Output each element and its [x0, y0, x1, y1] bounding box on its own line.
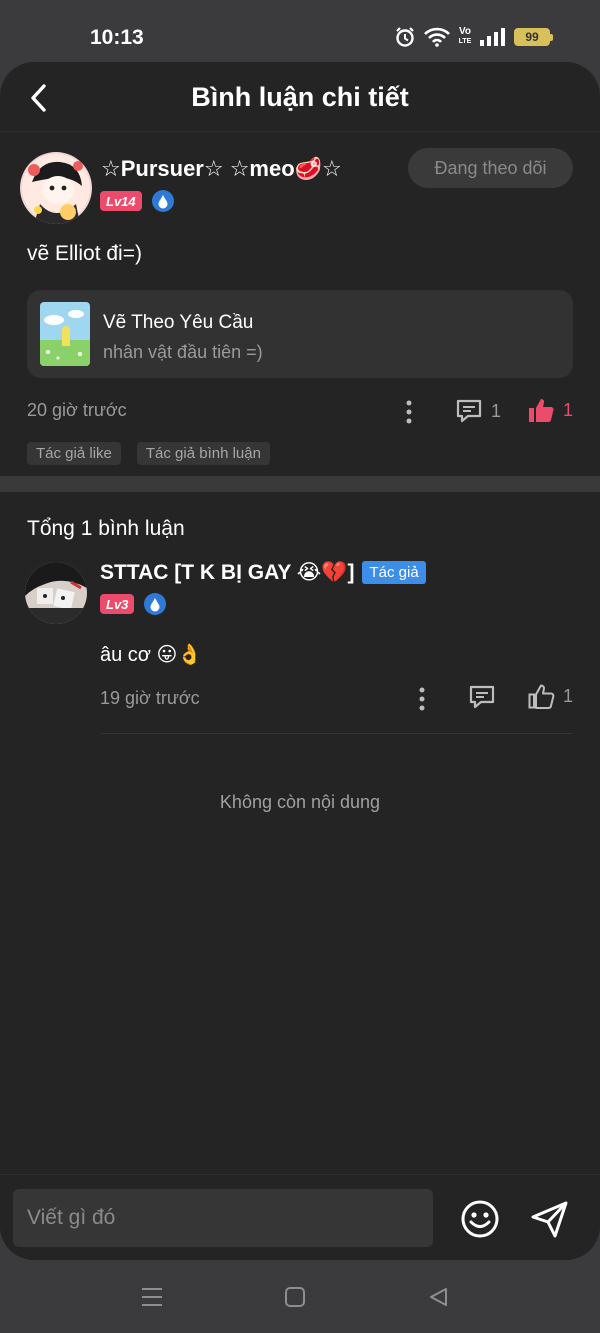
level-badge: Lv3 [100, 594, 135, 614]
post-comment-button[interactable]: 1 [455, 398, 501, 424]
comment-more-button[interactable] [410, 682, 434, 716]
post-like-button[interactable]: 1 [527, 396, 573, 424]
comment-time: 19 giờ trước [100, 688, 200, 708]
tag-author-like: Tác giả like [27, 442, 121, 465]
battery-level: 99 [525, 30, 539, 44]
status-bar: 10:13 Vo LTE 99 [0, 0, 600, 70]
linked-post-subtitle: nhân vật đầu tiên =) [103, 342, 263, 362]
reply-button[interactable] [468, 684, 496, 715]
nav-home-button[interactable] [282, 1284, 308, 1310]
volte-icon: Vo LTE [458, 27, 472, 47]
system-nav-bar [0, 1260, 600, 1333]
comment-author-avatar[interactable] [25, 562, 87, 624]
more-vertical-icon [406, 400, 412, 424]
comment-icon [469, 685, 495, 709]
comment-meta-row: 19 giờ trước 1 [100, 682, 573, 716]
post-meta-row: 20 giờ trước 1 1 [27, 396, 573, 428]
linked-post-card[interactable]: Vẽ Theo Yêu Cầu nhân vật đầu tiên =) [27, 290, 573, 378]
avatar-image [20, 152, 92, 224]
emoji-icon [461, 1200, 499, 1238]
water-drop-badge-icon [144, 593, 167, 615]
signal-icon [480, 28, 505, 46]
post-comment-count: 1 [491, 400, 502, 421]
volte-top-label: Vo [458, 26, 472, 37]
avatar-image [25, 562, 87, 624]
linked-post-title: Vẽ Theo Yêu Cầu [103, 312, 254, 333]
post-text: vẽ Elliot đi=) [27, 242, 142, 265]
post-author-avatar[interactable] [20, 152, 92, 224]
post-author-name[interactable]: ☆Pursuer☆ ☆meo🥩☆ [101, 156, 342, 182]
status-time: 10:13 [90, 26, 144, 49]
volte-bottom-label: LTE [458, 38, 472, 45]
comment-separator [100, 733, 573, 734]
comment-icon [456, 399, 482, 423]
thumbs-up-filled-icon [528, 399, 554, 422]
comment-author-badges: Lv3 [100, 593, 167, 615]
app-screen: Bình luận chi tiết ☆Pursuer☆ ☆meo🥩☆ Lv14 [0, 62, 600, 1260]
author-badge: Tác giả [362, 561, 426, 584]
post-tags: Tác giả like Tác giả bình luận [27, 442, 270, 465]
thumbs-up-icon [528, 684, 555, 709]
alarm-icon [396, 27, 414, 47]
comment-like-button[interactable]: 1 [527, 682, 573, 710]
send-button[interactable] [528, 1197, 572, 1241]
linked-post-thumbnail [40, 302, 90, 366]
battery-icon: 99 [514, 28, 553, 46]
wifi-icon [424, 27, 450, 47]
page-title: Bình luận chi tiết [191, 82, 409, 112]
tag-author-comment: Tác giả bình luận [136, 442, 270, 465]
header: Bình luận chi tiết [0, 62, 600, 132]
triangle-back-icon [430, 1288, 447, 1306]
comment-like-count: 1 [562, 685, 573, 706]
post: ☆Pursuer☆ ☆meo🥩☆ Lv14 Đang theo dõi vẽ E… [0, 132, 600, 476]
nav-menu-button[interactable] [139, 1284, 165, 1310]
comment-author-name[interactable]: STTAC [T K BỊ GAY 😭💔] [100, 560, 354, 585]
send-icon [531, 1201, 568, 1238]
comments-total: Tổng 1 bình luận [27, 517, 185, 540]
end-of-content-label: Không còn nội dung [219, 792, 381, 812]
level-badge: Lv14 [100, 191, 142, 211]
section-divider [0, 476, 600, 492]
square-icon [285, 1287, 305, 1307]
status-icons: Vo LTE 99 [394, 26, 553, 48]
following-button[interactable]: Đang theo dõi [408, 148, 573, 188]
menu-icon [142, 1288, 162, 1306]
more-options-button[interactable] [397, 396, 421, 428]
post-time: 20 giờ trước [27, 400, 127, 420]
nav-back-button[interactable] [425, 1284, 451, 1310]
post-author-badges: Lv14 [100, 190, 174, 212]
comment-input-bar [0, 1174, 600, 1260]
comments-section: Tổng 1 bình luận STTAC [T K BỊ GAY 😭💔] T… [0, 492, 600, 1170]
post-like-count: 1 [562, 399, 573, 420]
comment-input[interactable] [13, 1189, 433, 1247]
water-drop-badge-icon [151, 190, 174, 212]
comment-author-row: STTAC [T K BỊ GAY 😭💔] Tác giả [100, 560, 426, 585]
more-vertical-icon [419, 687, 425, 711]
comment-text: âu cơ 😛👌 [100, 644, 203, 666]
emoji-button[interactable] [459, 1198, 501, 1240]
